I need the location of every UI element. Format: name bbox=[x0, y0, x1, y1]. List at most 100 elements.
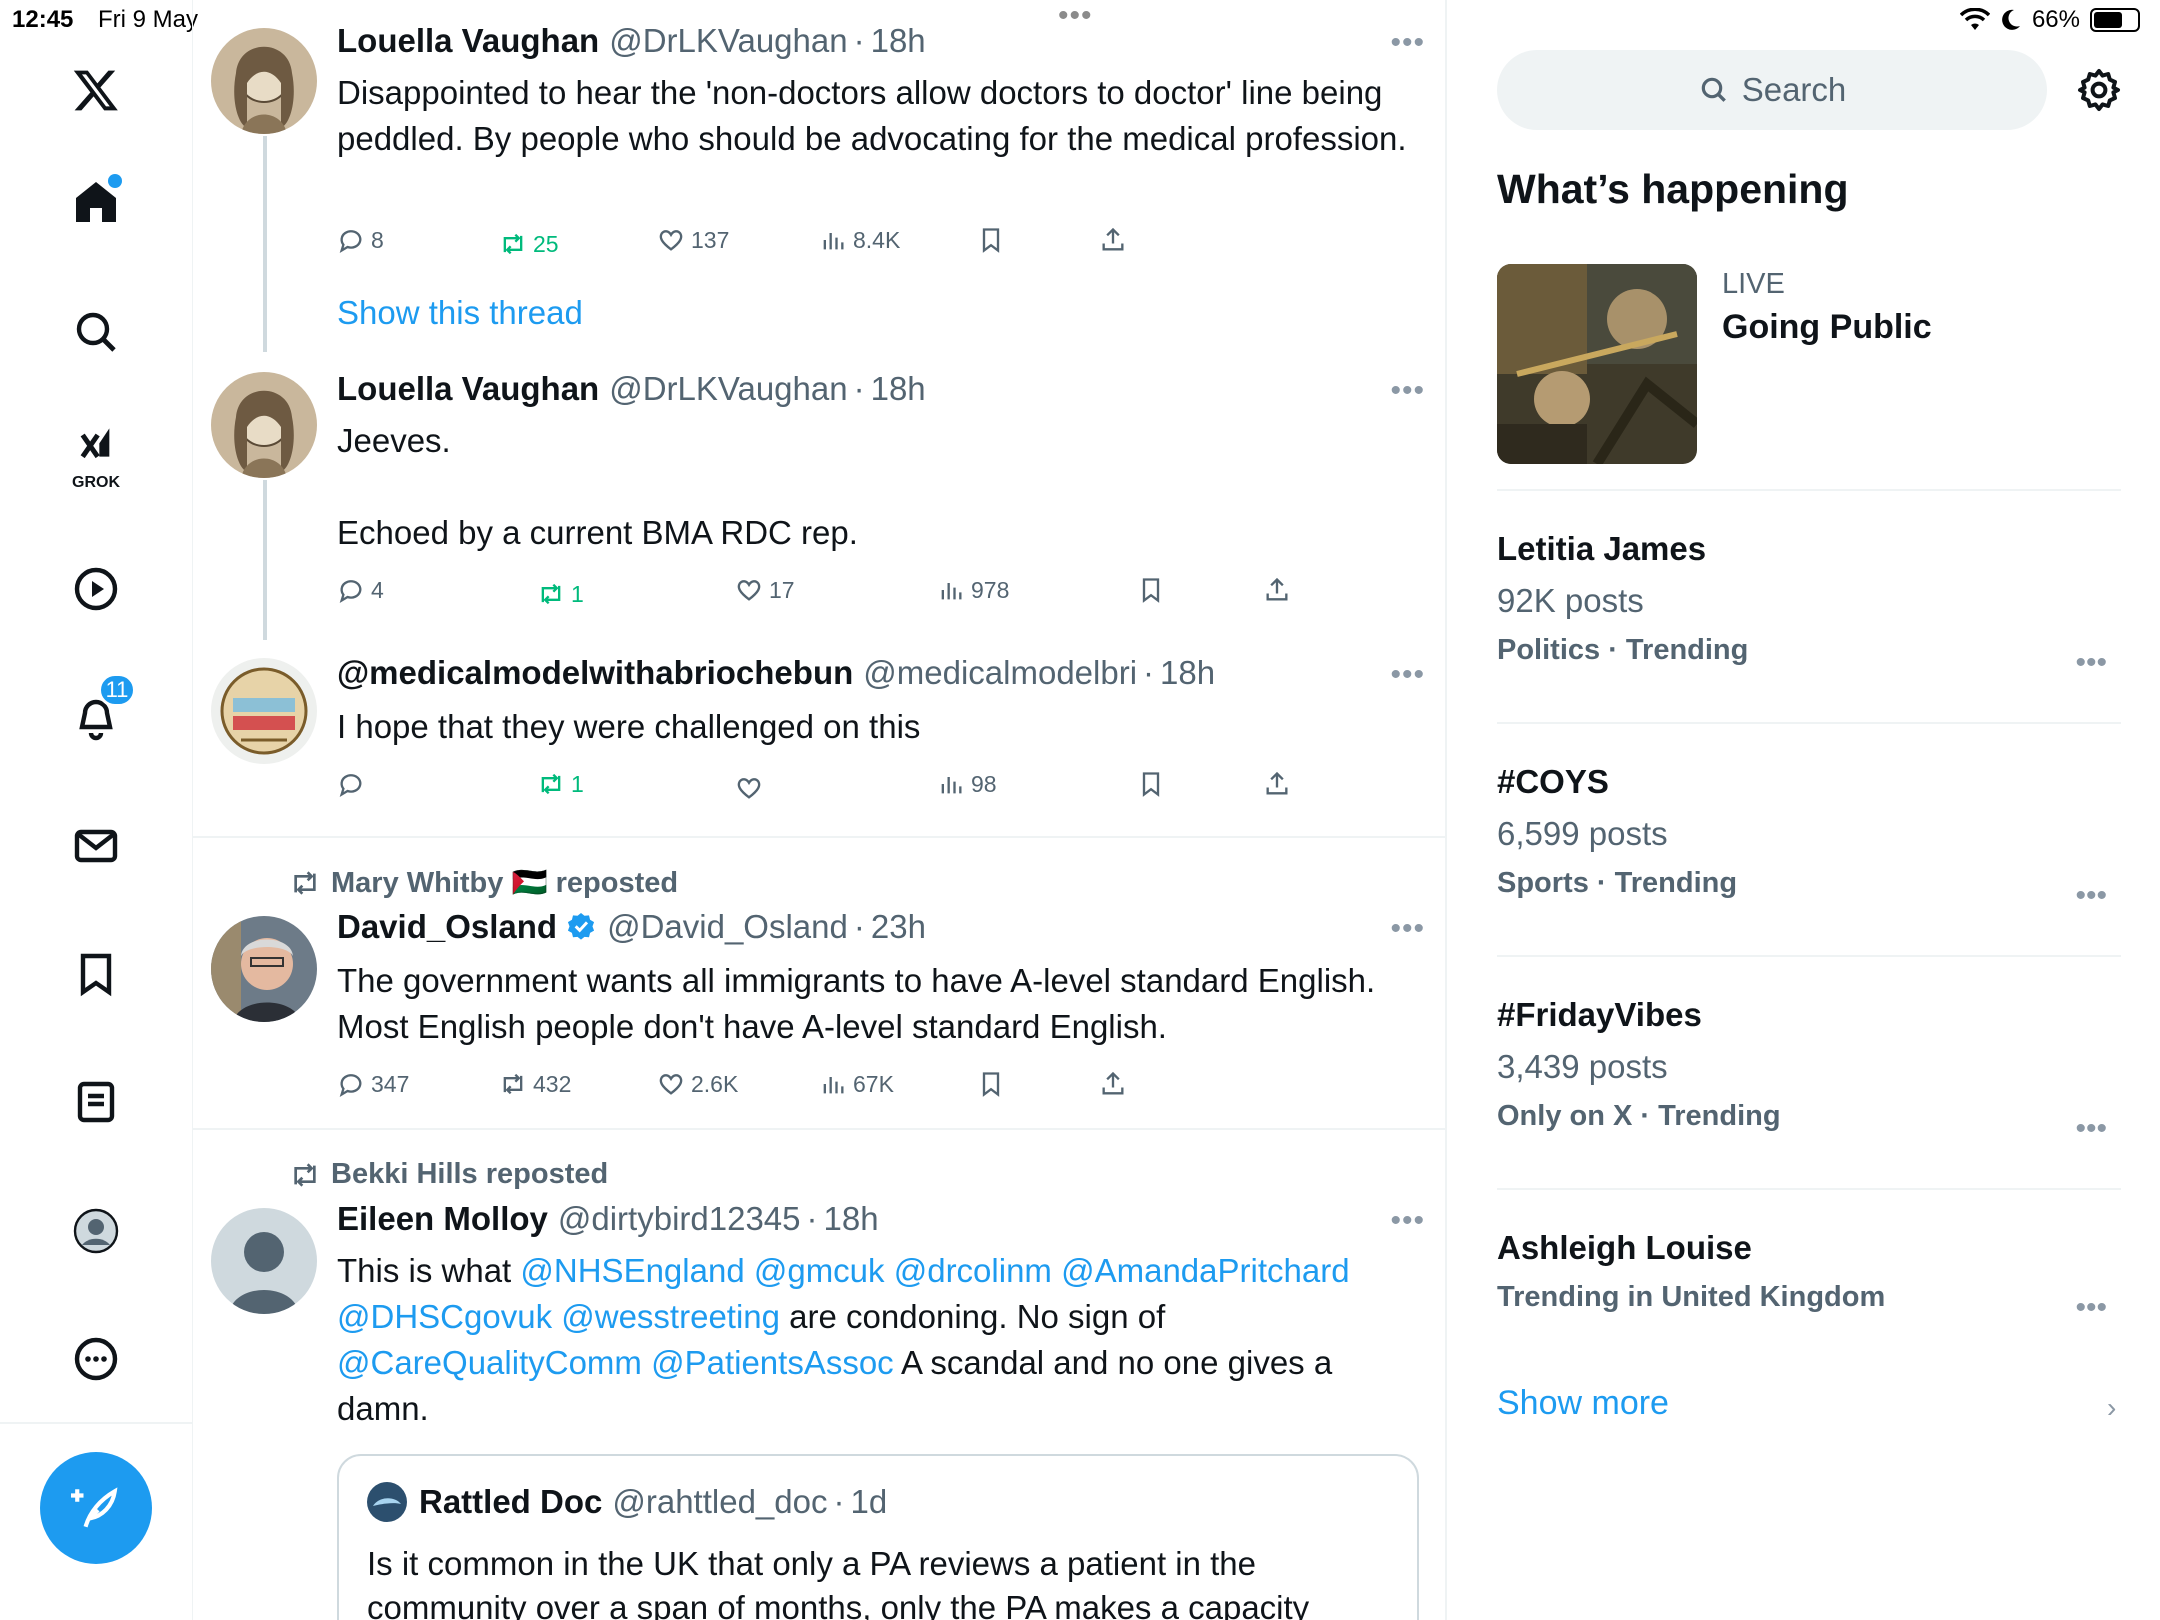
trend-item[interactable]: #FridayVibes 3,439 posts Only on X · Tre… bbox=[1497, 996, 2121, 1145]
compose-post-button[interactable] bbox=[40, 1452, 152, 1564]
share-button[interactable] bbox=[1263, 770, 1291, 798]
tweet-time[interactable]: 18h bbox=[824, 1200, 879, 1238]
messages-mail-icon[interactable] bbox=[60, 810, 132, 882]
avatar-medicalmodel[interactable] bbox=[211, 658, 317, 764]
tweet[interactable]: Mary Whitby 🇵🇸 reposted David_Osland @Da… bbox=[193, 838, 1445, 1128]
share-button[interactable] bbox=[1263, 576, 1291, 604]
video-play-icon[interactable] bbox=[60, 553, 132, 625]
tweet-time[interactable]: 18h bbox=[871, 370, 926, 408]
views-button[interactable]: 67K bbox=[819, 1070, 894, 1098]
author-name[interactable]: Louella Vaughan bbox=[337, 22, 599, 60]
avatar-louella-vaughan[interactable] bbox=[211, 28, 317, 134]
author-handle[interactable]: @DrLKVaughan bbox=[609, 370, 847, 408]
bookmark-button[interactable] bbox=[977, 1070, 1005, 1098]
settings-gear-icon[interactable] bbox=[2075, 66, 2123, 114]
profile-avatar-icon[interactable] bbox=[60, 1195, 132, 1267]
mention-link[interactable]: @NHSEngland bbox=[520, 1252, 744, 1289]
bookmark-button[interactable] bbox=[1137, 770, 1165, 798]
live-event-thumbnail[interactable] bbox=[1497, 264, 1697, 464]
like-button[interactable]: 17 bbox=[735, 576, 795, 604]
tweet-more-icon[interactable]: ••• bbox=[1390, 374, 1425, 408]
views-button[interactable]: 978 bbox=[937, 576, 1009, 604]
share-button[interactable] bbox=[1099, 226, 1127, 254]
tweet[interactable]: Louella Vaughan @DrLKVaughan · 18h ••• J… bbox=[193, 352, 1445, 640]
mention-link[interactable]: @gmcuk bbox=[754, 1252, 885, 1289]
repost-button[interactable]: 432 bbox=[499, 1070, 571, 1098]
tweet[interactable]: Louella Vaughan @DrLKVaughan · 18h ••• D… bbox=[193, 0, 1445, 352]
quote-time[interactable]: 1d bbox=[851, 1483, 888, 1521]
tweet-more-icon[interactable]: ••• bbox=[1390, 1204, 1425, 1238]
mention-link[interactable]: @CareQualityComm bbox=[337, 1344, 642, 1381]
avatar-louella-vaughan[interactable] bbox=[211, 372, 317, 478]
show-more-link[interactable]: Show more bbox=[1497, 1384, 1669, 1423]
views-chart-icon bbox=[941, 583, 962, 600]
quote-avatar[interactable] bbox=[367, 1482, 407, 1522]
notifications-bell-icon[interactable]: 11 bbox=[60, 673, 136, 753]
repost-button[interactable]: 25 bbox=[499, 230, 559, 258]
share-button[interactable] bbox=[1099, 1070, 1127, 1098]
avatar-david-osland[interactable] bbox=[211, 916, 317, 1022]
search-input[interactable]: Search bbox=[1497, 50, 2047, 130]
share-icon bbox=[1102, 227, 1124, 251]
more-options-icon[interactable] bbox=[60, 1323, 132, 1395]
bookmark-button[interactable] bbox=[1137, 576, 1165, 604]
grok-icon[interactable]: GROK bbox=[60, 418, 132, 491]
author-handle[interactable]: @medicalmodelbri bbox=[863, 654, 1137, 692]
views-button[interactable]: 98 bbox=[937, 770, 997, 798]
author-name[interactable]: David_Osland bbox=[337, 908, 557, 946]
author-name[interactable]: Louella Vaughan bbox=[337, 370, 599, 408]
trend-more-icon[interactable]: ••• bbox=[2075, 879, 2107, 913]
repost-button[interactable]: 1 bbox=[537, 580, 584, 608]
author-handle[interactable]: @DrLKVaughan bbox=[609, 22, 847, 60]
live-event-title[interactable]: Going Public bbox=[1722, 308, 1932, 347]
mention-link[interactable]: @AmandaPritchard bbox=[1061, 1252, 1349, 1289]
tweet-more-icon[interactable]: ••• bbox=[1390, 26, 1425, 60]
repost-button[interactable]: 1 bbox=[537, 770, 584, 798]
left-nav: GROK 11 bbox=[0, 0, 193, 1620]
like-button[interactable]: 137 bbox=[657, 226, 729, 254]
tweet-more-icon[interactable]: ••• bbox=[1390, 658, 1425, 692]
reply-button[interactable]: 347 bbox=[337, 1070, 409, 1098]
views-button[interactable]: 8.4K bbox=[819, 226, 900, 254]
author-name[interactable]: Eileen Molloy bbox=[337, 1200, 548, 1238]
x-logo-icon[interactable] bbox=[60, 54, 132, 126]
tweet-more-icon[interactable]: ••• bbox=[1390, 912, 1425, 946]
bookmarks-icon[interactable] bbox=[60, 938, 132, 1010]
trend-item[interactable]: Ashleigh Louise Trending in United Kingd… bbox=[1497, 1229, 2121, 1324]
like-button[interactable] bbox=[735, 774, 769, 802]
show-thread-link[interactable]: Show this thread bbox=[337, 294, 583, 332]
lists-icon[interactable] bbox=[60, 1066, 132, 1138]
reposted-by[interactable]: Mary Whitby 🇵🇸 reposted bbox=[289, 866, 678, 900]
tweet[interactable]: @medicalmodelwithabriochebun @medicalmod… bbox=[193, 640, 1445, 836]
trend-item[interactable]: #COYS 6,599 posts Sports · Trending ••• bbox=[1497, 763, 2121, 912]
home-icon[interactable] bbox=[60, 166, 132, 238]
reply-button[interactable]: 8 bbox=[337, 226, 384, 254]
avatar-default[interactable] bbox=[211, 1208, 317, 1314]
trend-more-icon[interactable]: ••• bbox=[2075, 1112, 2107, 1146]
quote-author-name[interactable]: Rattled Doc bbox=[419, 1483, 602, 1521]
trend-name: #FridayVibes bbox=[1497, 996, 1702, 1033]
author-name[interactable]: @medicalmodelwithabriochebun bbox=[337, 654, 853, 692]
explore-search-icon[interactable] bbox=[60, 296, 132, 368]
tweet-time[interactable]: 18h bbox=[1160, 654, 1215, 692]
quote-author-handle[interactable]: @rahttled_doc bbox=[612, 1483, 827, 1521]
mention-link[interactable]: @PatientsAssoc bbox=[651, 1344, 894, 1381]
tweet-text-line1: Jeeves. bbox=[337, 422, 451, 459]
tweet-time[interactable]: 23h bbox=[871, 908, 926, 946]
reply-button[interactable] bbox=[337, 770, 371, 798]
trend-more-icon[interactable]: ••• bbox=[2075, 646, 2107, 680]
reposted-by[interactable]: Bekki Hills reposted bbox=[289, 1158, 608, 1191]
like-button[interactable]: 2.6K bbox=[657, 1070, 738, 1098]
reply-button[interactable]: 4 bbox=[337, 576, 384, 604]
verified-badge-icon bbox=[565, 911, 597, 943]
tweet-time[interactable]: 18h bbox=[871, 22, 926, 60]
mention-link[interactable]: @DHSCgovuk bbox=[337, 1298, 552, 1335]
author-handle[interactable]: @dirtybird12345 bbox=[558, 1200, 801, 1238]
trend-more-icon[interactable]: ••• bbox=[2075, 1291, 2107, 1325]
author-handle[interactable]: @David_Osland bbox=[607, 908, 848, 946]
trend-item[interactable]: Letitia James 92K posts Politics · Trend… bbox=[1497, 530, 2121, 679]
mention-link[interactable]: @drcolinm bbox=[894, 1252, 1052, 1289]
mention-link[interactable]: @wesstreeting bbox=[561, 1298, 780, 1335]
quoted-tweet[interactable]: Rattled Doc @rahttled_doc · 1d Is it com… bbox=[337, 1454, 1419, 1620]
bookmark-button[interactable] bbox=[977, 226, 1005, 254]
